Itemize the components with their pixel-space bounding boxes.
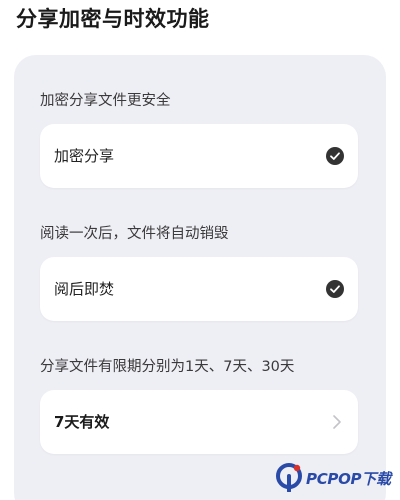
option-burn-after-reading[interactable]: 阅后即焚 [40, 257, 358, 321]
check-circle-icon [326, 280, 344, 298]
page-title: 分享加密与时效功能 [16, 7, 210, 31]
option-label: 7天有效 [54, 413, 110, 431]
option-validity-period[interactable]: 7天有效 [40, 390, 358, 454]
pcpop-logo-icon [276, 463, 302, 492]
section-description-encrypt: 加密分享文件更安全 [40, 93, 171, 109]
check-circle-icon [326, 147, 344, 165]
option-label: 加密分享 [54, 147, 115, 165]
watermark-text: PCPOP下载 [306, 470, 391, 488]
section-description-validity: 分享文件有限期分别为1天、7天、30天 [40, 359, 295, 375]
option-label: 阅后即焚 [54, 280, 115, 298]
page: 分享加密与时效功能 加密分享文件更安全 加密分享 阅读一次后，文件将自动销毁 阅… [0, 0, 400, 500]
option-encrypt-share[interactable]: 加密分享 [40, 124, 358, 188]
chevron-right-icon [333, 415, 341, 429]
watermark: PCPOP下载 [276, 462, 400, 496]
section-description-burn: 阅读一次后，文件将自动销毁 [40, 226, 229, 242]
